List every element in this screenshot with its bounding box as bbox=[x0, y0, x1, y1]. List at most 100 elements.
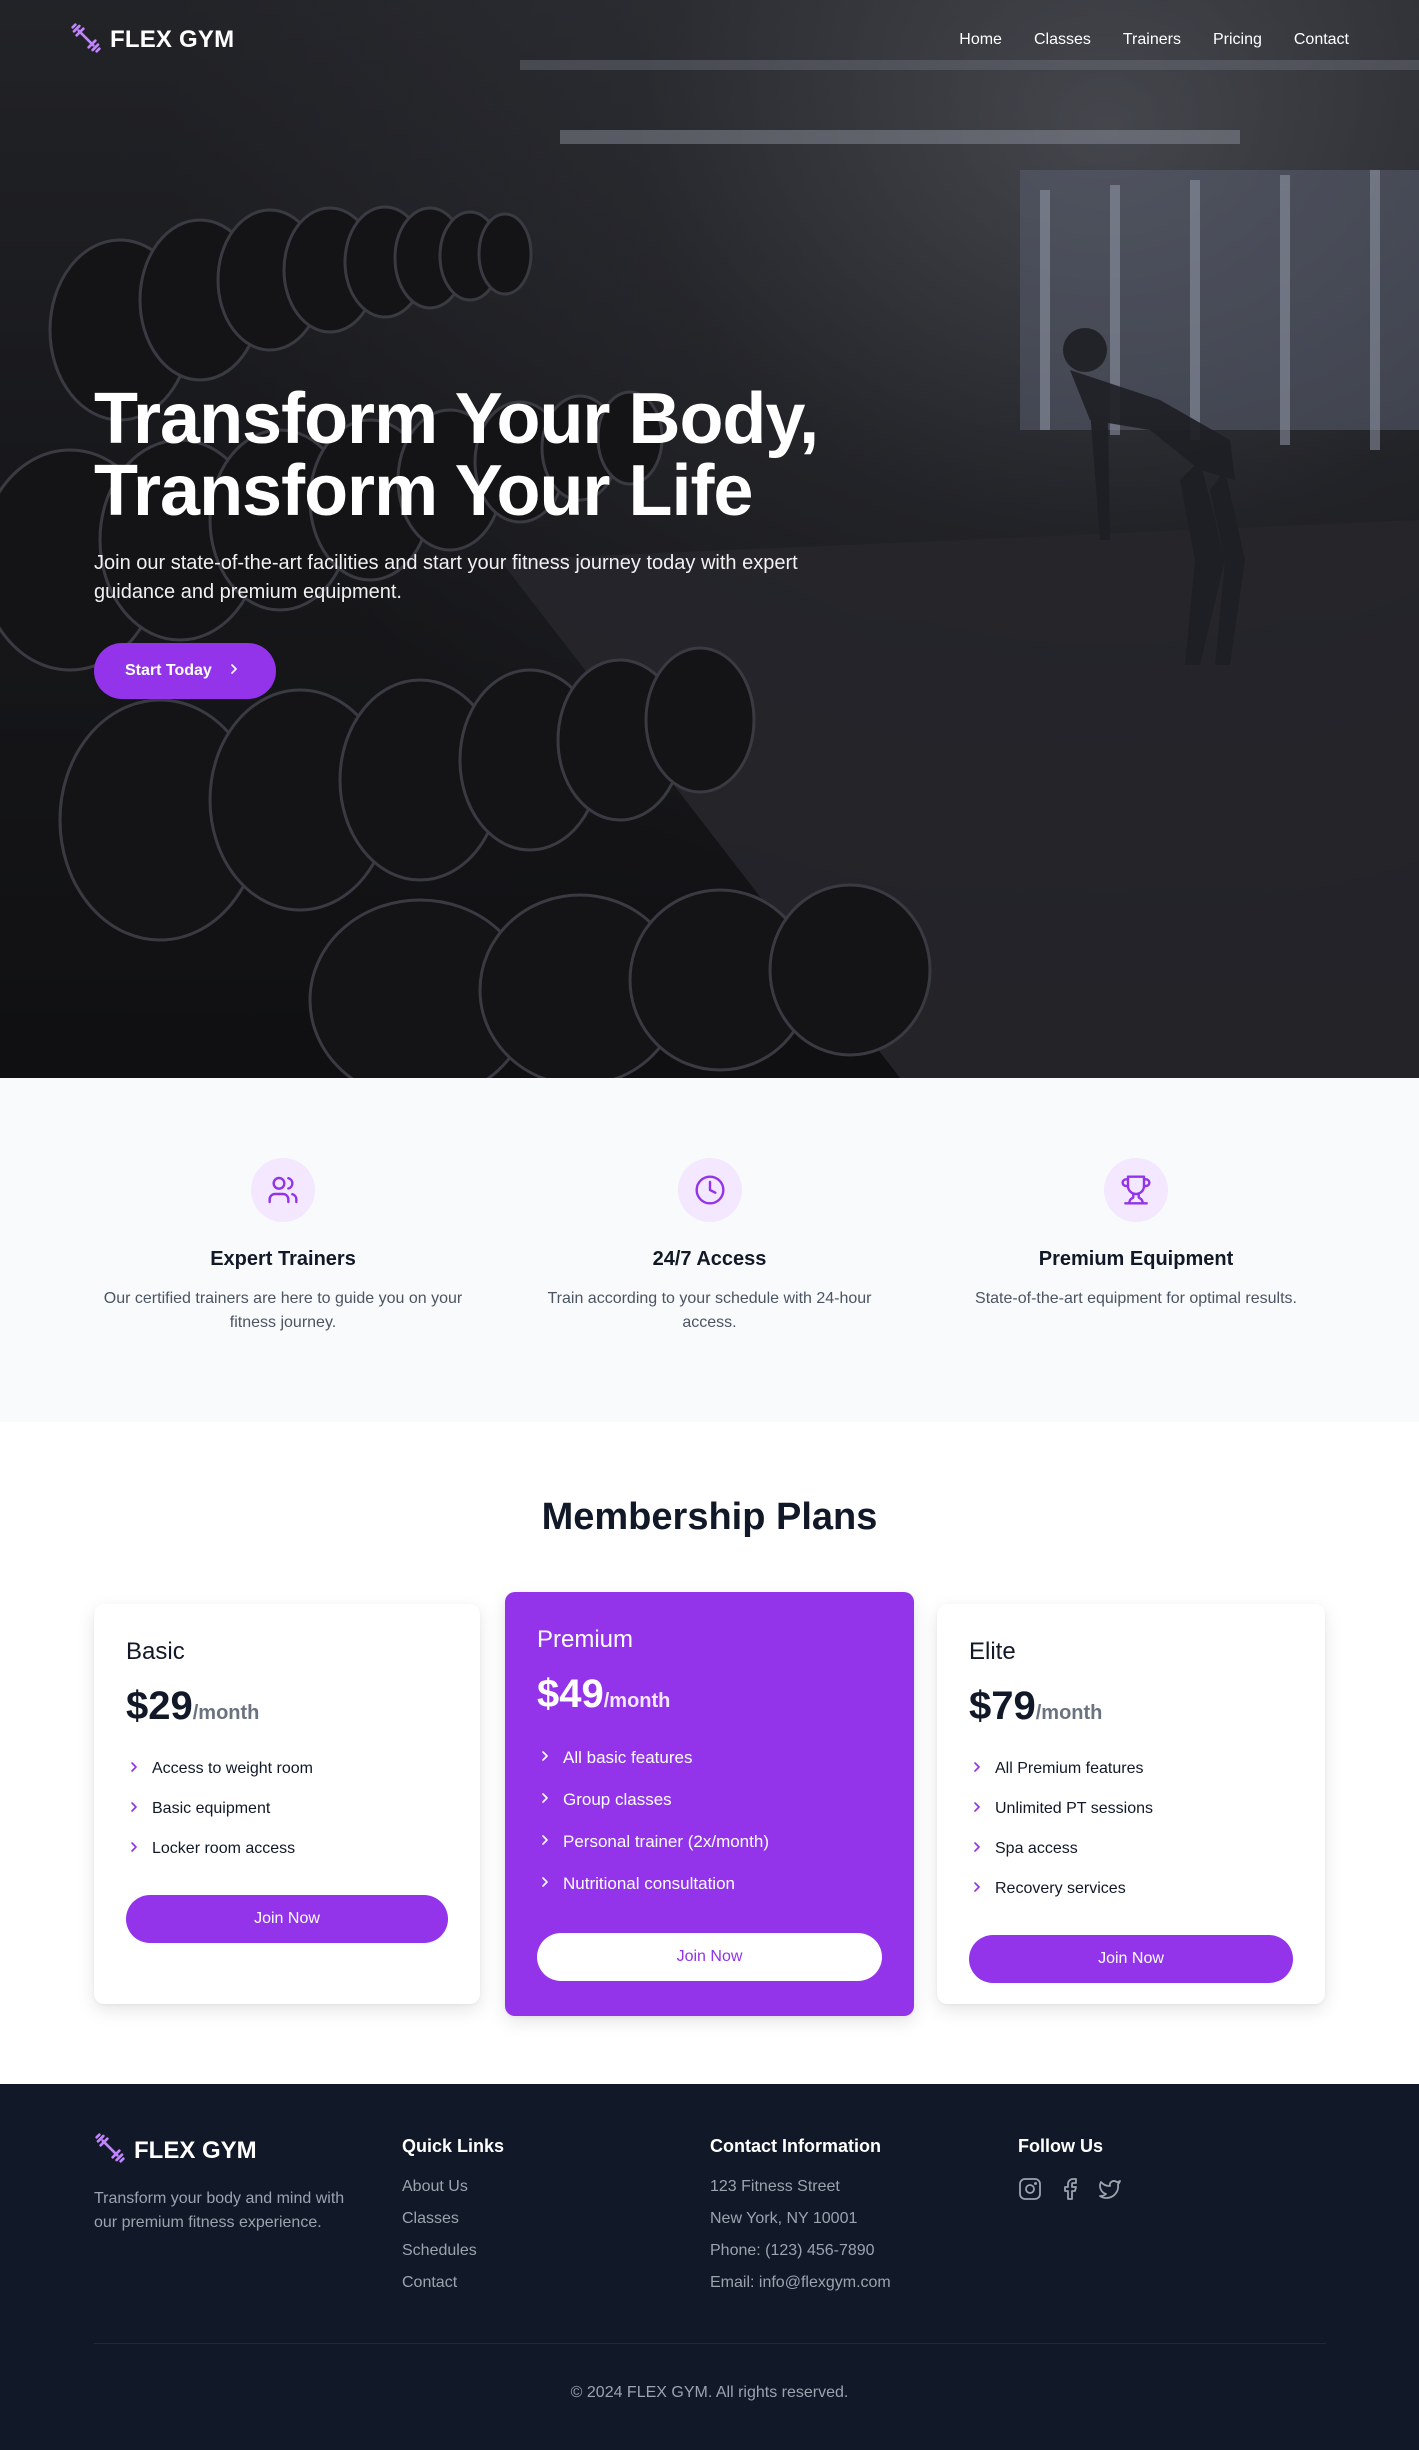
chevron-right-icon bbox=[126, 1839, 142, 1860]
plan-feature-item: Locker room access bbox=[126, 1829, 448, 1869]
join-now-elite-button[interactable]: Join Now bbox=[969, 1935, 1293, 1983]
price-period: /month bbox=[1035, 1702, 1103, 1724]
plan-feature-item: Nutritional consultation bbox=[537, 1863, 882, 1905]
plan-feature-item: Personal trainer (2x/month) bbox=[537, 1821, 882, 1863]
dumbbell-icon bbox=[94, 2132, 126, 2169]
plan-feature-list: Access to weight room Basic equipment Lo… bbox=[126, 1749, 448, 1869]
plan-feature-text: Spa access bbox=[995, 1840, 1078, 1857]
footer-quick-links-column: Quick Links About Us Classes Schedules C… bbox=[402, 2132, 710, 2303]
plan-name: Premium bbox=[537, 1626, 634, 1653]
feature-text: State-of-the-art equipment for optimal r… bbox=[975, 1290, 1297, 1307]
footer-link-about-us[interactable]: About Us bbox=[402, 2178, 468, 2195]
contact-heading: Contact Information bbox=[710, 2136, 881, 2156]
plan-feature-text: Unlimited PT sessions bbox=[995, 1800, 1153, 1817]
contact-phone: Phone: (123) 456-7890 bbox=[710, 2242, 875, 2259]
start-today-button[interactable]: Start Today bbox=[94, 643, 276, 699]
plan-feature-item: Spa access bbox=[969, 1829, 1293, 1869]
top-navbar: FLEX GYM Home Classes Trainers Pricing C… bbox=[0, 0, 1419, 80]
plan-card-elite: Elite $79 /month All Premium features Un… bbox=[937, 1604, 1325, 2004]
quick-links-heading: Quick Links bbox=[402, 2136, 505, 2156]
hero-title-line-1: Transform Your Body, bbox=[94, 379, 819, 459]
nav-classes[interactable]: Classes bbox=[1034, 31, 1091, 49]
plan-feature-item: Recovery services bbox=[969, 1869, 1293, 1909]
footer-brand-column: FLEX GYM Transform your body and mind wi… bbox=[94, 2132, 402, 2303]
plan-card-basic: Basic $29 /month Access to weight room B… bbox=[94, 1604, 480, 2004]
chevron-right-icon bbox=[126, 1799, 142, 1820]
follow-us-heading: Follow Us bbox=[1018, 2136, 1103, 2156]
plan-price: $49 /month bbox=[537, 1672, 882, 1717]
plan-feature-text: Locker room access bbox=[152, 1840, 296, 1857]
plan-name: Basic bbox=[126, 1638, 185, 1665]
feature-card-24-7-access: 24/7 Access Train according to your sche… bbox=[521, 1158, 899, 1422]
footer-link-classes[interactable]: Classes bbox=[402, 2210, 459, 2227]
nav-home[interactable]: Home bbox=[959, 31, 1002, 49]
price-amount: $79 bbox=[969, 1684, 1036, 1728]
footer-columns: FLEX GYM Transform your body and mind wi… bbox=[94, 2132, 1326, 2303]
chevron-right-icon bbox=[969, 1799, 985, 1820]
feature-text: Our certified trainers are here to guide… bbox=[103, 1290, 463, 1331]
feature-title: 24/7 Access bbox=[652, 1248, 767, 1270]
hero-title-line-2: Transform Your Life bbox=[94, 451, 753, 531]
chevron-right-icon bbox=[969, 1879, 985, 1900]
trophy-icon bbox=[1104, 1158, 1168, 1222]
feature-card-expert-trainers: Expert Trainers Our certified trainers a… bbox=[94, 1158, 472, 1422]
footer-link-schedules[interactable]: Schedules bbox=[402, 2242, 477, 2259]
hero-section: FLEX GYM Home Classes Trainers Pricing C… bbox=[0, 0, 1419, 1078]
plan-feature-item: Access to weight room bbox=[126, 1749, 448, 1789]
price-amount: $29 bbox=[126, 1684, 193, 1728]
plans-grid: Basic $29 /month Access to weight room B… bbox=[94, 1592, 1326, 2016]
chevron-right-icon bbox=[537, 1790, 553, 1811]
pricing-title: Membership Plans bbox=[541, 1496, 878, 1538]
price-amount: $49 bbox=[537, 1672, 604, 1716]
feature-text: Train according to your schedule with 24… bbox=[547, 1290, 872, 1331]
nav-trainers[interactable]: Trainers bbox=[1123, 31, 1181, 49]
footer-divider bbox=[94, 2343, 1326, 2344]
plan-feature-text: Recovery services bbox=[995, 1880, 1126, 1897]
chevron-right-icon bbox=[126, 1759, 142, 1780]
plan-price: $79 /month bbox=[969, 1684, 1293, 1729]
plan-feature-item: All Premium features bbox=[969, 1749, 1293, 1789]
quick-links-list: About Us Classes Schedules Contact bbox=[402, 2175, 710, 2303]
hero-subtitle: Join our state-of-the-art facilities and… bbox=[94, 552, 798, 603]
pricing-section: Membership Plans Basic $29 /month Access… bbox=[0, 1422, 1419, 2084]
main-nav: Home Classes Trainers Pricing Contact bbox=[959, 31, 1349, 49]
plan-feature-text: Basic equipment bbox=[152, 1800, 271, 1817]
chevron-right-icon bbox=[537, 1832, 553, 1853]
feature-title: Premium Equipment bbox=[1038, 1248, 1234, 1270]
price-period: /month bbox=[603, 1690, 671, 1712]
facebook-icon[interactable] bbox=[1058, 2177, 1082, 2201]
clock-icon bbox=[677, 1158, 742, 1222]
plan-feature-item: Group classes bbox=[537, 1779, 882, 1821]
dumbbell-icon bbox=[70, 22, 102, 59]
brand-logo[interactable]: FLEX GYM bbox=[70, 22, 234, 59]
footer-link-contact[interactable]: Contact bbox=[402, 2274, 457, 2291]
plan-feature-list: All Premium features Unlimited PT sessio… bbox=[969, 1749, 1293, 1909]
nav-contact[interactable]: Contact bbox=[1294, 31, 1349, 49]
plan-feature-text: All basic features bbox=[563, 1748, 693, 1767]
plan-card-premium: Premium $49 /month All basic features Gr… bbox=[505, 1592, 914, 2016]
instagram-icon[interactable] bbox=[1018, 2177, 1042, 2201]
price-period: /month bbox=[192, 1702, 260, 1724]
hero-content: Transform Your Body, Transform Your Life… bbox=[94, 383, 854, 699]
join-now-premium-button[interactable]: Join Now bbox=[537, 1933, 882, 1981]
footer-logo[interactable]: FLEX GYM bbox=[94, 2132, 402, 2169]
nav-pricing[interactable]: Pricing bbox=[1213, 31, 1262, 49]
brand-name: FLEX GYM bbox=[110, 26, 235, 53]
chevron-right-icon bbox=[969, 1839, 985, 1860]
plan-name: Elite bbox=[969, 1638, 1016, 1665]
plan-feature-item: Unlimited PT sessions bbox=[969, 1789, 1293, 1829]
plan-feature-text: All Premium features bbox=[995, 1760, 1144, 1777]
plan-feature-item: All basic features bbox=[537, 1737, 882, 1779]
site-footer: FLEX GYM Transform your body and mind wi… bbox=[0, 2084, 1419, 2450]
contact-address-city: New York, NY 10001 bbox=[710, 2210, 858, 2227]
footer-brand-name: FLEX GYM bbox=[134, 2136, 257, 2164]
plan-feature-text: Access to weight room bbox=[152, 1760, 313, 1777]
plan-feature-text: Personal trainer (2x/month) bbox=[563, 1832, 769, 1851]
join-now-basic-button[interactable]: Join Now bbox=[126, 1895, 448, 1943]
footer-contact-column: Contact Information 123 Fitness Street N… bbox=[710, 2132, 1018, 2303]
chevron-right-icon bbox=[537, 1874, 553, 1895]
plan-feature-text: Nutritional consultation bbox=[563, 1874, 735, 1893]
plan-price: $29 /month bbox=[126, 1684, 448, 1729]
social-links bbox=[1018, 2177, 1326, 2201]
twitter-icon[interactable] bbox=[1098, 2177, 1122, 2201]
